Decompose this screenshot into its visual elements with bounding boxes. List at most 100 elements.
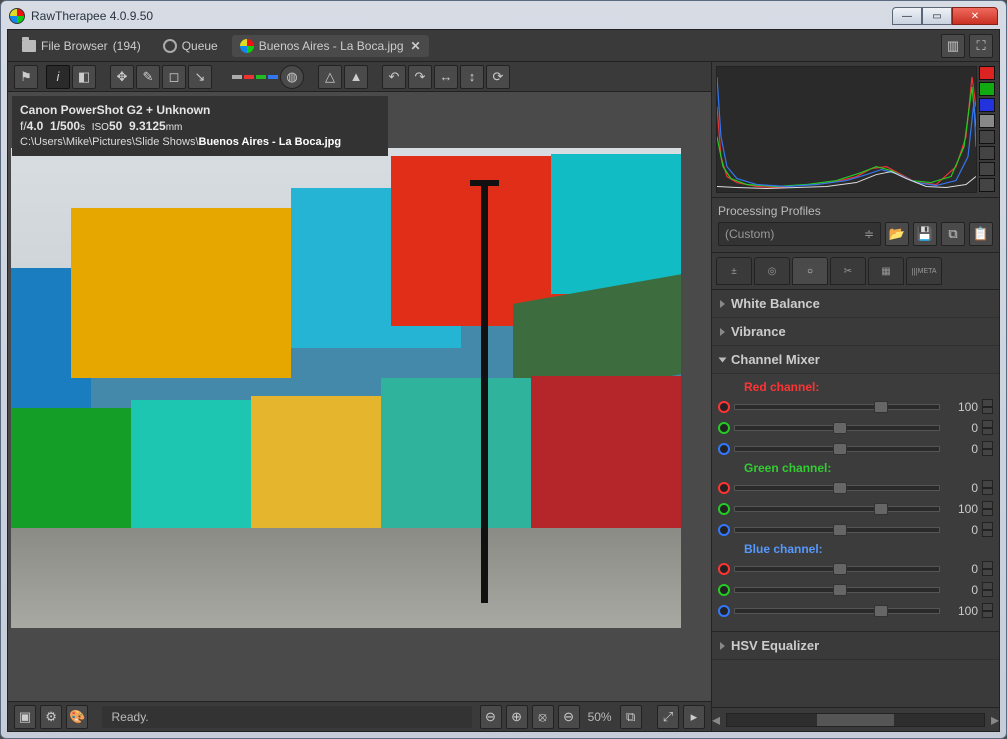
save-button[interactable]: ▣	[14, 705, 36, 729]
shadow-clip-button[interactable]: ▲	[344, 65, 368, 89]
blue-r-slider[interactable]	[734, 566, 940, 572]
auto-transform-button[interactable]: ⟳	[486, 65, 510, 89]
histogram-green-toggle[interactable]	[979, 82, 995, 96]
fit-button[interactable]: ⤢	[657, 705, 679, 729]
green-r-slider[interactable]	[734, 485, 940, 491]
red-chip[interactable]	[244, 75, 254, 79]
app-content: File Browser (194) Queue Buenos Aires - …	[7, 29, 1000, 732]
highlight-clip-button[interactable]: △	[318, 65, 342, 89]
spinner[interactable]	[982, 399, 993, 414]
spinner[interactable]	[982, 480, 993, 495]
blue-chip[interactable]	[268, 75, 278, 79]
luminance-chip[interactable]	[232, 75, 242, 79]
reset-icon[interactable]	[718, 422, 730, 434]
minimize-button[interactable]: —	[892, 7, 922, 25]
red-g-slider[interactable]	[734, 425, 940, 431]
close-tab-icon[interactable]: ✕	[411, 39, 421, 53]
spinner[interactable]	[982, 603, 993, 618]
layout-toggle-button[interactable]: ▥	[941, 34, 965, 58]
histogram-canvas[interactable]	[716, 66, 977, 193]
red-r-slider[interactable]	[734, 404, 940, 410]
zoom-in-button[interactable]: ⊕	[506, 705, 528, 729]
panel-channel-mixer[interactable]: Channel Mixer	[712, 346, 999, 374]
fullscreen-button[interactable]: ⛶	[969, 34, 993, 58]
straighten-tool-button[interactable]: ↘	[188, 65, 212, 89]
zoom-out-full-button[interactable]: ⊖	[480, 705, 502, 729]
green-b-slider[interactable]	[734, 527, 940, 533]
image-viewport[interactable]: Canon PowerShot G2 + Unknown f/4.0 1/500…	[8, 92, 711, 701]
histogram-chroma-toggle[interactable]	[979, 130, 995, 144]
chevron-right-icon[interactable]: ▸	[991, 710, 999, 730]
reset-icon[interactable]	[718, 563, 730, 575]
maximize-button[interactable]: ▭	[922, 7, 952, 25]
new-detail-window-button[interactable]: ⧉	[620, 705, 642, 729]
tool-panels[interactable]: White Balance Vibrance Channel Mixer Red…	[712, 290, 999, 707]
histogram-mode-toggle[interactable]	[979, 178, 995, 192]
reset-icon[interactable]	[718, 524, 730, 536]
tab-image[interactable]: Buenos Aires - La Boca.jpg ✕	[232, 35, 429, 57]
move-tool-button[interactable]: ✥	[110, 65, 134, 89]
edit-external-button[interactable]: 🎨	[66, 705, 88, 729]
tab-file-browser[interactable]: File Browser (194)	[14, 35, 149, 57]
panel-white-balance[interactable]: White Balance	[712, 290, 999, 318]
rotate-left-button[interactable]: ↶	[382, 65, 406, 89]
flip-h-button[interactable]: ↔	[434, 65, 458, 89]
titlebar[interactable]: RawTherapee 4.0.9.50 — ▭ ✕	[7, 7, 1000, 29]
picker-tool-button[interactable]: ✎	[136, 65, 160, 89]
profile-paste-button[interactable]: 📋	[969, 222, 993, 246]
spinner[interactable]	[982, 501, 993, 516]
spinner[interactable]	[982, 420, 993, 435]
green-chip[interactable]	[256, 75, 266, 79]
right-panel-scrollbar[interactable]: ◂ ▸	[712, 707, 999, 731]
blue-g-slider[interactable]	[734, 587, 940, 593]
zoom-out-button[interactable]: ⊖	[558, 705, 580, 729]
histogram-blue-toggle[interactable]	[979, 98, 995, 112]
histogram-red-toggle[interactable]	[979, 66, 995, 80]
before-after-button[interactable]: ◧	[72, 65, 96, 89]
flip-v-button[interactable]: ↕	[460, 65, 484, 89]
spinner[interactable]	[982, 441, 993, 456]
horizontal-scrollbar[interactable]	[726, 713, 985, 727]
image-preview	[11, 148, 681, 628]
spinner[interactable]	[982, 582, 993, 597]
tool-tab-raw[interactable]: ▦	[868, 257, 904, 285]
tool-tab-color[interactable]: ○	[792, 257, 828, 285]
tab-queue[interactable]: Queue	[155, 35, 226, 57]
green-r-value: 0	[944, 481, 978, 495]
reset-icon[interactable]	[718, 401, 730, 413]
crop-tool-button[interactable]: ◻	[162, 65, 186, 89]
reset-icon[interactable]	[718, 605, 730, 617]
green-b-value: 0	[944, 523, 978, 537]
reset-icon[interactable]	[718, 443, 730, 455]
queue-add-button[interactable]: ⚙	[40, 705, 62, 729]
rotate-right-button[interactable]: ↷	[408, 65, 432, 89]
profile-copy-button[interactable]: ⧉	[941, 222, 965, 246]
close-button[interactable]: ✕	[952, 7, 998, 25]
zoom-100-button[interactable]: ⦻	[532, 705, 554, 729]
blue-b-slider[interactable]	[734, 608, 940, 614]
reset-icon[interactable]	[718, 482, 730, 494]
info-toggle-button[interactable]: i	[46, 65, 70, 89]
tool-tab-meta[interactable]: |||META	[906, 257, 942, 285]
tool-tab-exposure[interactable]: ±	[716, 257, 752, 285]
spinner[interactable]	[982, 561, 993, 576]
profile-save-button[interactable]: 💾	[913, 222, 937, 246]
profile-select[interactable]: (Custom) ≑	[718, 222, 881, 246]
panel-vibrance[interactable]: Vibrance	[712, 318, 999, 346]
spinner[interactable]	[982, 522, 993, 537]
tool-tab-transform[interactable]: ✂	[830, 257, 866, 285]
reset-icon[interactable]	[718, 503, 730, 515]
reset-icon[interactable]	[718, 584, 730, 596]
hand-tool-button[interactable]: ⚑	[14, 65, 38, 89]
panel-hsv-equalizer[interactable]: HSV Equalizer	[712, 632, 999, 660]
histogram-luma-toggle[interactable]	[979, 114, 995, 128]
focus-mask-button[interactable]: ◍	[280, 65, 304, 89]
chevron-left-icon[interactable]: ◂	[712, 710, 720, 730]
red-b-slider[interactable]	[734, 446, 940, 452]
profile-load-button[interactable]: 📂	[885, 222, 909, 246]
histogram-raw-toggle[interactable]	[979, 146, 995, 160]
histogram-bar-toggle[interactable]	[979, 162, 995, 176]
green-g-slider[interactable]	[734, 506, 940, 512]
tool-tab-detail[interactable]: ◎	[754, 257, 790, 285]
toggle-right-panel-button[interactable]: ▸	[683, 705, 705, 729]
